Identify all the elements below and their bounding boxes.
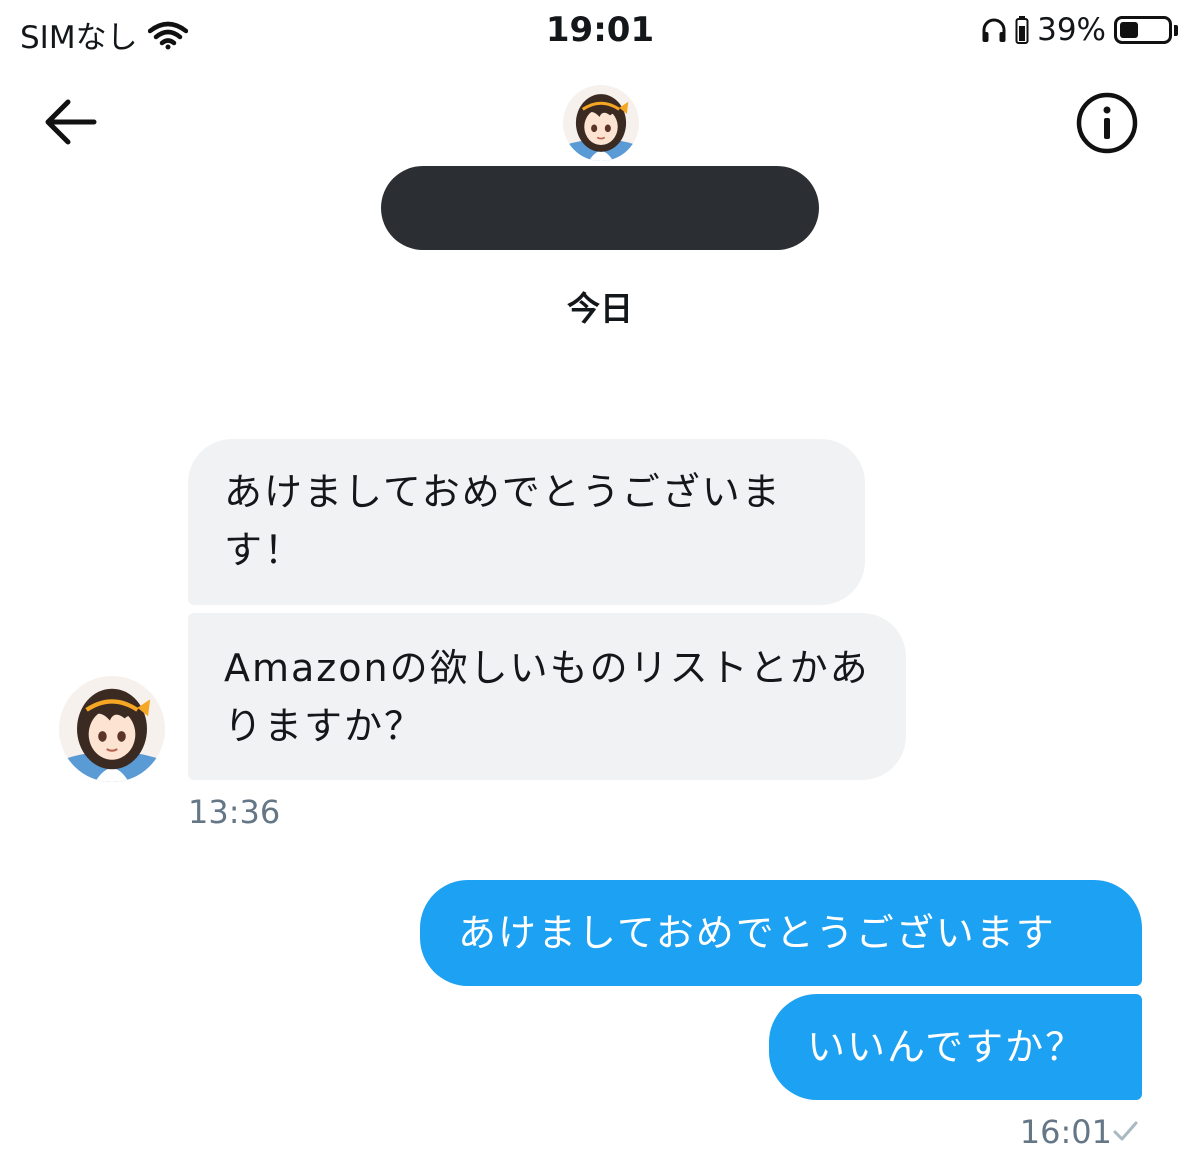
incoming-message-bubble[interactable]: あけましておめでとうございます！ [188, 439, 865, 605]
status-right: 39% [981, 12, 1178, 48]
outgoing-timestamp: 16:01 [1019, 1113, 1112, 1151]
charging-indicator-icon [1015, 16, 1029, 44]
checkmark-icon [1113, 1121, 1138, 1141]
conversation-avatar[interactable] [563, 85, 639, 161]
battery-percent: 39% [1037, 12, 1106, 48]
info-circle-icon [1076, 92, 1138, 154]
day-separator: 今日 [567, 289, 633, 328]
arrow-left-icon [45, 99, 97, 145]
anime-girl-avatar-image [563, 85, 639, 161]
battery-icon [1114, 16, 1172, 44]
redacted-name [381, 166, 819, 250]
headphones-icon [982, 18, 1006, 42]
info-button[interactable] [1075, 91, 1139, 155]
status-bar: SIMなし 19:01 39% [0, 0, 1200, 62]
anime-girl-avatar-image [59, 676, 165, 782]
incoming-timestamp: 13:36 [188, 793, 281, 831]
battery-fill [1120, 22, 1138, 38]
outgoing-message-bubble[interactable]: あけましておめでとうございます [420, 880, 1142, 986]
back-button[interactable] [38, 92, 102, 152]
outgoing-message-bubble[interactable]: いいんですか？ [769, 994, 1142, 1100]
incoming-message-bubble[interactable]: Amazonの欲しいものリストとかありますか？ [188, 613, 906, 780]
sender-avatar[interactable] [59, 676, 165, 782]
battery-cap [1174, 24, 1178, 36]
